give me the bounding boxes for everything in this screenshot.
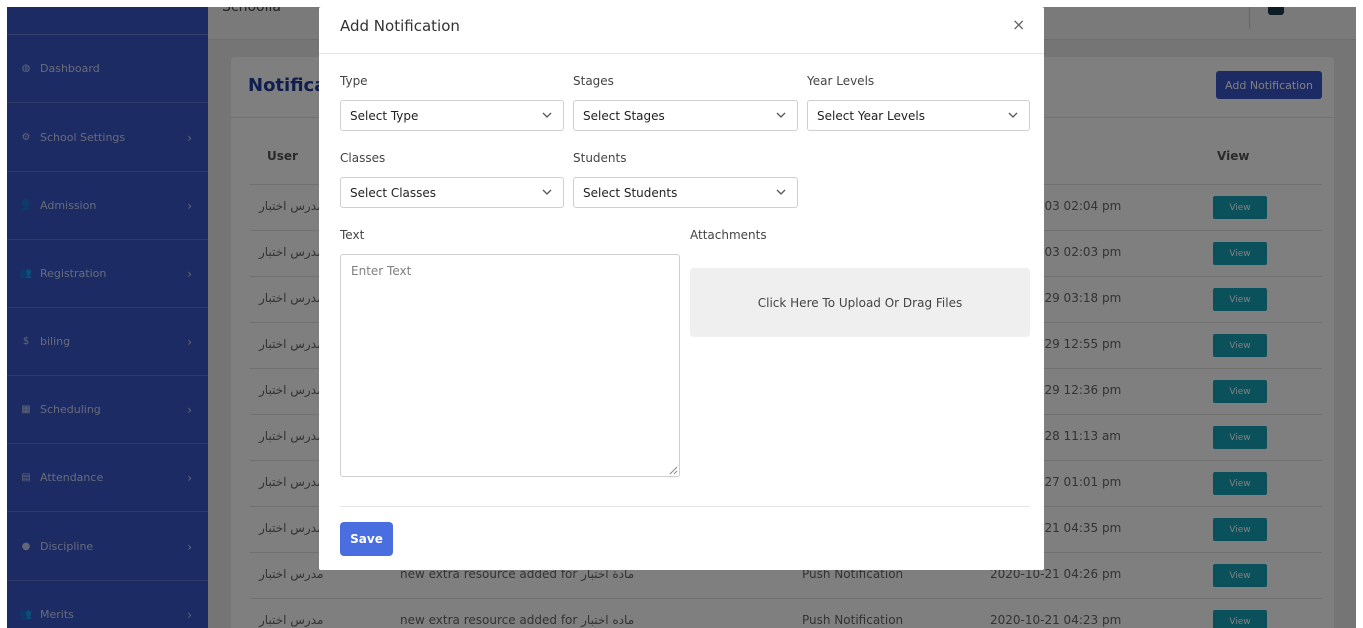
modal-header: Add Notification × — [319, 7, 1044, 54]
chevron-down-icon — [542, 112, 552, 118]
text-textarea[interactable] — [340, 254, 680, 477]
type-select[interactable]: Select Type — [340, 100, 564, 131]
year-levels-select[interactable]: Select Year Levels — [807, 100, 1030, 131]
save-button[interactable]: Save — [340, 522, 393, 556]
add-notification-modal: Add Notification × Type Select Type Stag… — [319, 7, 1044, 570]
students-label: Students — [573, 151, 627, 165]
file-dropzone[interactable]: Click Here To Upload Or Drag Files — [690, 268, 1030, 337]
stages-select-value: Select Stages — [583, 108, 665, 123]
close-icon[interactable]: × — [1012, 15, 1025, 34]
dropzone-text: Click Here To Upload Or Drag Files — [757, 295, 963, 310]
students-select[interactable]: Select Students — [573, 177, 798, 208]
type-label: Type — [340, 74, 368, 88]
stages-label: Stages — [573, 74, 614, 88]
year-levels-label: Year Levels — [807, 74, 875, 88]
year-levels-select-value: Select Year Levels — [817, 108, 925, 123]
students-select-value: Select Students — [583, 185, 678, 200]
classes-label: Classes — [340, 151, 386, 165]
resize-handle-icon[interactable] — [669, 466, 678, 475]
attachments-label: Attachments — [690, 228, 767, 242]
type-select-value: Select Type — [350, 108, 419, 123]
classes-select-value: Select Classes — [350, 185, 437, 200]
chevron-down-icon — [1008, 112, 1018, 118]
chevron-down-icon — [776, 189, 786, 195]
chevron-down-icon — [542, 189, 552, 195]
stages-select[interactable]: Select Stages — [573, 100, 798, 131]
chevron-down-icon — [776, 112, 786, 118]
classes-select[interactable]: Select Classes — [340, 177, 564, 208]
modal-footer-divider — [340, 506, 1030, 507]
modal-title: Add Notification — [340, 17, 460, 35]
app-frame: ◍Dashboard⚙School Settings›👤Admission›👥R… — [7, 7, 1356, 628]
text-label: Text — [340, 228, 365, 242]
